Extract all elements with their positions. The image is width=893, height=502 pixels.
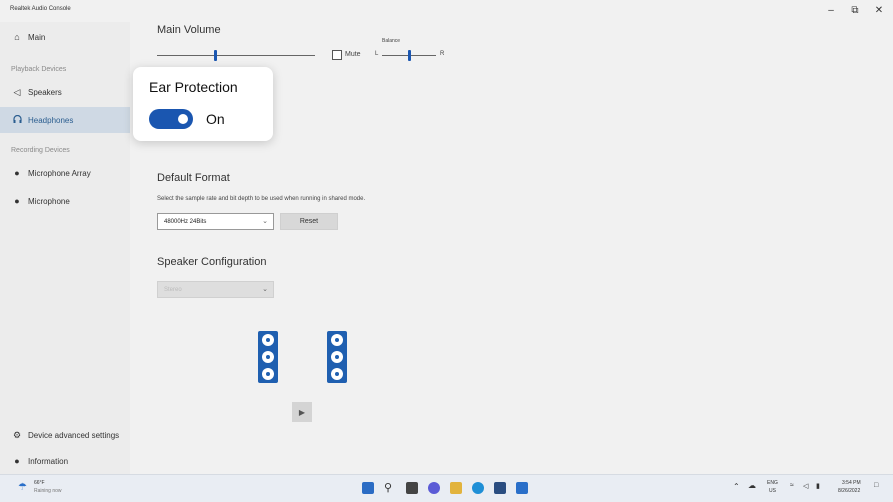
sidebar-item-label: Microphone Array <box>28 168 91 178</box>
reset-button[interactable]: Reset <box>280 213 338 230</box>
notification-icon[interactable]: □ <box>874 482 878 489</box>
play-test-button[interactable]: ▶ <box>292 402 312 422</box>
restore-button[interactable]: ⧉ <box>844 3 866 19</box>
sidebar-item-microphone-array[interactable]: ● Microphone Array <box>0 160 130 186</box>
speaker-configuration-dropdown: Stereo ⌄ <box>157 281 274 298</box>
sidebar-item-label: Speakers <box>28 87 62 97</box>
right-speaker-icon[interactable] <box>327 331 347 383</box>
speaker-configuration-value: Stereo <box>164 286 182 293</box>
sidebar-item-label: Main <box>28 32 46 42</box>
sidebar-item-device-advanced-settings[interactable]: ⚙ Device advanced settings <box>0 422 130 448</box>
microphone-icon: ● <box>14 196 20 206</box>
weather-temperature[interactable]: 66°F <box>34 480 45 486</box>
minimize-button[interactable]: – <box>820 3 842 19</box>
weather-icon: ☂ <box>18 482 27 493</box>
headphones-icon <box>0 114 28 125</box>
taskbar: ☂ 66°F Raining now ⚲ ⌃ ☁ ENG US ≈ ◁ ▮ 3:… <box>0 474 893 502</box>
balance-slider-thumb[interactable] <box>408 50 411 61</box>
ear-protection-toggle[interactable] <box>149 109 193 129</box>
wifi-icon[interactable]: ≈ <box>790 482 794 489</box>
gear-icon: ⚙ <box>12 429 22 440</box>
search-icon[interactable]: ⚲ <box>384 482 396 494</box>
default-format-value: 48000Hz 24Bits <box>164 218 207 225</box>
sidebar-item-main[interactable]: ⌂ Main <box>0 24 130 50</box>
ear-protection-title: Ear Protection <box>149 79 238 95</box>
default-format-title: Default Format <box>157 172 230 184</box>
speaker-icon: ◁ <box>13 86 21 97</box>
window-title: Realtek Audio Console <box>10 6 71 12</box>
left-speaker-icon[interactable] <box>258 331 278 383</box>
main-volume-slider-track[interactable] <box>157 55 315 56</box>
start-icon[interactable] <box>362 482 374 494</box>
default-format-description: Select the sample rate and bit depth to … <box>157 196 366 202</box>
microphone-icon: ● <box>14 168 20 178</box>
weather-description[interactable]: Raining now <box>34 488 62 494</box>
language-top[interactable]: ENG <box>767 480 778 486</box>
mute-checkbox[interactable] <box>332 50 342 60</box>
chevron-up-icon[interactable]: ⌃ <box>733 482 740 491</box>
title-bar: Realtek Audio Console – ⧉ ✕ <box>0 0 893 22</box>
sidebar-item-label: Information <box>28 456 69 466</box>
main-volume-slider-thumb[interactable] <box>214 50 218 61</box>
playback-devices-header: Playback Devices <box>11 66 67 73</box>
sidebar-item-label: Headphones <box>28 115 74 125</box>
speaker-configuration-title: Speaker Configuration <box>157 256 267 268</box>
sidebar-item-information[interactable]: ● Information <box>0 448 130 474</box>
battery-icon[interactable]: ▮ <box>816 482 820 490</box>
realtek-app-icon[interactable] <box>516 482 528 494</box>
balance-left-label: L <box>375 51 379 57</box>
language-bottom[interactable]: US <box>769 488 776 494</box>
chat-icon[interactable] <box>428 482 440 494</box>
onedrive-icon[interactable]: ☁ <box>748 481 756 490</box>
volume-icon[interactable]: ◁ <box>803 482 808 490</box>
chevron-down-icon: ⌄ <box>262 286 268 293</box>
store-icon[interactable] <box>494 482 506 494</box>
task-view-icon[interactable] <box>406 482 418 494</box>
ear-protection-card: Ear Protection On <box>133 67 273 141</box>
main-volume-title: Main Volume <box>157 24 221 36</box>
sidebar-item-speakers[interactable]: ◁ Speakers <box>0 79 130 105</box>
edge-icon[interactable] <box>472 482 484 494</box>
sidebar-item-label: Device advanced settings <box>28 430 120 440</box>
ear-protection-state: On <box>206 111 225 127</box>
mute-label: Mute <box>345 51 361 58</box>
info-icon: ● <box>14 456 20 466</box>
file-explorer-icon[interactable] <box>450 482 462 494</box>
chevron-down-icon: ⌄ <box>262 218 268 225</box>
sidebar-item-headphones[interactable]: Headphones <box>0 107 130 133</box>
default-format-dropdown[interactable]: 48000Hz 24Bits ⌄ <box>157 213 274 230</box>
sidebar: ⌂ Main Playback Devices ◁ Speakers Headp… <box>0 22 130 474</box>
balance-label: Balance <box>382 38 401 44</box>
balance-right-label: R <box>440 51 445 57</box>
recording-devices-header: Recording Devices <box>11 147 70 154</box>
realtek-audio-console-window: Realtek Audio Console – ⧉ ✕ ⌂ Main Playb… <box>0 0 893 502</box>
sidebar-item-microphone[interactable]: ● Microphone <box>0 188 130 214</box>
home-icon: ⌂ <box>14 32 20 42</box>
clock-time[interactable]: 3:54 PM <box>842 480 861 486</box>
close-button[interactable]: ✕ <box>868 3 890 19</box>
clock-date[interactable]: 8/26/2022 <box>838 488 860 494</box>
sidebar-item-label: Microphone <box>28 196 70 206</box>
